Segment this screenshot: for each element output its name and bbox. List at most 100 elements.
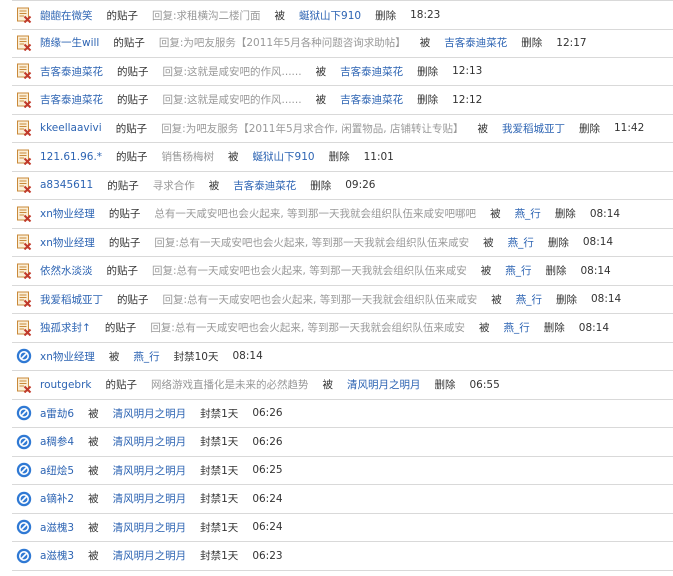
operator-link[interactable]: 蜒狱山下910 [299, 8, 361, 23]
operator-link[interactable]: 清风明月之明月 [113, 406, 187, 421]
log-row-post-deleted: xn物业经理 的贴子 回复:总有一天咸安吧也会火起来, 等到那一天我就会组织队伍来咸… [12, 228, 673, 257]
operator-link[interactable]: 我爱稻城亚丁 [502, 121, 565, 136]
action-label: 删除 [521, 37, 543, 49]
username-link[interactable]: routgebrk [40, 379, 91, 391]
log-row-post-deleted: a8345611 的贴子 寻求合作被吉客泰迪菜花 删除 09:26 [12, 171, 673, 200]
operator-link[interactable]: 燕_行 [515, 206, 541, 221]
username-link[interactable]: 我爱稻城亚丁 [40, 292, 103, 307]
log-row-post-deleted: 依然水淡淡 的贴子 回复:总有一天咸安吧也会火起来, 等到那一天我就会组织队伍来咸安… [12, 257, 673, 286]
delete-post-icon [16, 7, 32, 23]
username-link[interactable]: a镝补2 [40, 491, 74, 506]
operator-link[interactable]: 燕_行 [516, 292, 542, 307]
username-link[interactable]: 121.61.96.* [40, 151, 102, 163]
post-title: 回复:为吧友服务【2011年5月求合作, 闲置物品, 店铺转让专贴】 [161, 122, 464, 135]
delete-post-icon [16, 291, 32, 307]
by-label: 被 [315, 94, 327, 106]
by-label: 被 [108, 350, 120, 363]
post-title: 寻求合作 [152, 179, 195, 192]
log-row-post-deleted: xn物业经理 的贴子 总有一天咸安吧也会火起来, 等到那一天我就会组织队伍来咸安吧哪… [12, 200, 673, 229]
operator-link[interactable]: 清风明月之明月 [113, 434, 187, 449]
operator-link[interactable]: 吉客泰迪菜花 [233, 178, 296, 193]
operator-link[interactable]: 清风明月之明月 [113, 520, 187, 535]
username-link[interactable]: a纽烩5 [40, 463, 74, 478]
delete-post-icon [16, 263, 32, 279]
log-row-user-banned: a滋槐3 被 清风明月之明月 封禁1天 06:24 [12, 513, 673, 542]
username-link[interactable]: xn物业经理 [40, 349, 95, 364]
ban-icon [16, 519, 32, 535]
timestamp: 08:14 [580, 264, 611, 277]
action-label: 封禁1天 [200, 436, 239, 448]
by-label: 被 [228, 151, 239, 163]
action-label: 删除 [417, 94, 439, 106]
action-label: 封禁1天 [200, 407, 239, 420]
username-link[interactable]: a滋槐3 [40, 520, 74, 535]
post-title: 回复:总有一天咸安吧也会火起来, 等到那一天我就会组织队伍来咸安 [150, 322, 466, 334]
timestamp: 12:12 [452, 93, 483, 106]
ban-icon [16, 462, 32, 478]
post-title: 回复:求租横沟二楼门面 [152, 9, 261, 22]
post-label: 的贴子 [106, 9, 139, 22]
post-label: 的贴子 [108, 236, 141, 249]
operator-link[interactable]: 清风明月之明月 [113, 548, 187, 563]
log-row-post-deleted: 随缘一生will 的贴子 回复:为吧友服务【2011年5月各种问题咨询求助帖】 被 吉客… [12, 29, 673, 58]
ban-icon [16, 548, 32, 564]
post-title: 网络游戏直播化是未来的必然趋势 [150, 379, 309, 391]
operator-link[interactable]: 吉客泰迪菜花 [340, 64, 403, 79]
log-row-post-deleted: 吉客泰迪菜花 的贴子 回复:这就是咸安吧的作风...... 被吉客泰迪菜花 删除 12:1… [12, 57, 673, 86]
by-label: 被 [274, 9, 286, 22]
username-link[interactable]: 吉客泰迪菜花 [40, 64, 103, 79]
ban-icon [16, 348, 32, 364]
timestamp: 09:26 [345, 179, 376, 191]
by-label: 被 [483, 236, 494, 249]
post-title: 回复:总有一天咸安吧也会火起来, 等到那一天我就会组织队伍来咸安 [162, 293, 478, 306]
operator-link[interactable]: 蜒狱山下910 [253, 149, 315, 164]
username-link[interactable]: xn物业经理 [40, 235, 95, 250]
operator-link[interactable]: 吉客泰迪菜花 [444, 35, 507, 50]
operator-link[interactable]: 清风明月之明月 [113, 491, 187, 506]
post-label: 的贴子 [105, 379, 137, 391]
delete-post-icon [16, 177, 32, 193]
by-label: 被 [322, 379, 333, 391]
username-link[interactable]: a稠参4 [40, 434, 74, 449]
post-label: 的贴子 [117, 293, 149, 306]
log-row-user-banned: a纽烩5 被 清风明月之明月 封禁1天 06:25 [12, 456, 673, 485]
delete-post-icon [16, 234, 32, 250]
username-link[interactable]: xn物业经理 [40, 206, 95, 221]
post-label: 的贴子 [117, 65, 149, 78]
operator-link[interactable]: 燕_行 [133, 349, 159, 364]
username-link[interactable]: a雷劫6 [40, 406, 74, 421]
username-link[interactable]: 依然水淡淡 [40, 263, 93, 278]
action-label: 删除 [434, 379, 456, 391]
operator-link[interactable]: 清风明月之明月 [113, 463, 187, 478]
timestamp: 06:25 [252, 464, 283, 476]
username-link[interactable]: 龅龅在微笑 [40, 8, 93, 23]
by-label: 被 [208, 179, 220, 192]
post-title: 回复:总有一天咸安吧也会火起来, 等到那一天我就会组织队伍来咸安 [152, 265, 467, 277]
by-label: 被 [315, 65, 327, 78]
operator-link[interactable]: 燕_行 [504, 320, 530, 335]
action-label: 封禁1天 [200, 493, 239, 505]
post-title: 销售杨梅树 [161, 151, 215, 163]
action-label: 删除 [310, 179, 332, 192]
operator-link[interactable]: 吉客泰迪菜花 [340, 92, 403, 107]
username-link[interactable]: kkeellaavivi [40, 122, 102, 134]
username-link[interactable]: a滋槐3 [40, 548, 74, 563]
post-title: 总有一天咸安吧也会火起来, 等到那一天我就会组织队伍来咸安吧哪吧 [154, 208, 477, 220]
action-label: 删除 [555, 293, 577, 306]
username-link[interactable]: 独孤求封↑ [40, 320, 91, 335]
username-link[interactable]: 吉客泰迪菜花 [40, 92, 103, 107]
post-label: 的贴子 [113, 37, 145, 49]
by-label: 被 [88, 407, 99, 420]
post-label: 的贴子 [108, 208, 141, 220]
operator-link[interactable]: 燕_行 [508, 235, 534, 250]
log-row-post-deleted: 龅龅在微笑 的贴子 回复:求租横沟二楼门面被蜒狱山下910 删除 18:23 [12, 0, 673, 30]
operator-link[interactable]: 清风明月之明月 [347, 377, 421, 392]
by-label: 被 [479, 322, 490, 334]
username-link[interactable]: 随缘一生will [40, 35, 99, 50]
action-label: 删除 [545, 265, 567, 277]
by-label: 被 [88, 521, 99, 534]
username-link[interactable]: a8345611 [40, 179, 93, 191]
operator-link[interactable]: 燕_行 [505, 263, 531, 278]
post-label: 的贴子 [115, 122, 148, 135]
moderation-log-list: 龅龅在微笑 的贴子 回复:求租横沟二楼门面被蜒狱山下910 删除 18:23 随缘一生wi… [0, 0, 673, 576]
